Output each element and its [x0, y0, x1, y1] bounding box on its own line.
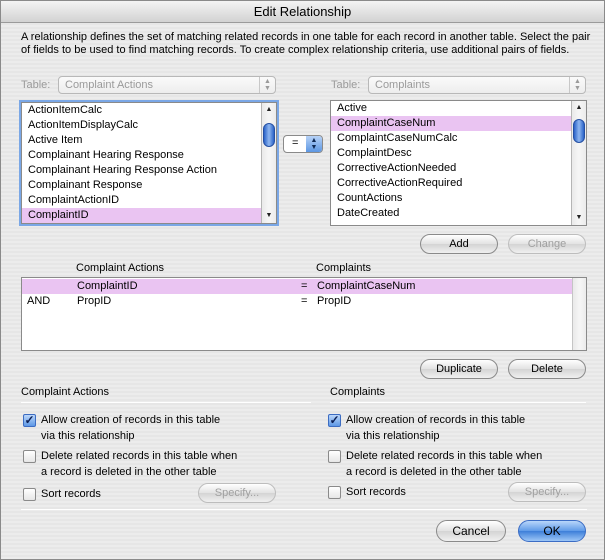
right-options-separator [330, 402, 586, 403]
criteria-header-left: Complaint Actions [76, 262, 165, 274]
field-list-item[interactable]: ComplaintCaseNumCalc [331, 131, 586, 146]
field-list-item[interactable]: CountActions [331, 191, 586, 206]
right-delete-related-label-2: a record is deleted in the other table [346, 466, 522, 478]
change-button[interactable]: Change [508, 234, 586, 254]
scroll-down-arrow-icon[interactable]: ▼ [572, 211, 586, 225]
right-allow-creation-label-2: via this relationship [346, 430, 440, 442]
criteria-right-field: ComplaintCaseNum [317, 280, 416, 292]
right-delete-related-label-1: Delete related records in this table whe… [346, 450, 543, 462]
right-field-list-scrollbar[interactable]: ▲ ▼ [571, 101, 586, 225]
field-list-item[interactable]: Active [331, 101, 586, 116]
scroll-up-arrow-icon[interactable]: ▲ [572, 101, 586, 115]
left-table-label: Table: [21, 79, 51, 91]
updown-arrows-icon: ▲ ▼ [306, 136, 322, 152]
left-specify-button[interactable]: Specify... [198, 483, 276, 503]
right-allow-creation-label-1: Allow creation of records in this table [346, 414, 526, 426]
checkmark-icon: ✓ [329, 413, 340, 427]
criteria-operator: = [301, 280, 308, 292]
criteria-list[interactable]: ComplaintID = ComplaintCaseNum AND PropID = Pr… [21, 277, 587, 351]
field-list-item[interactable]: ComplaintID [22, 208, 276, 223]
left-delete-related-label-1: Delete related records in this table whe… [41, 450, 238, 462]
left-allow-creation-label-2: via this relationship [41, 430, 135, 442]
right-delete-related-checkbox[interactable] [328, 450, 341, 463]
criteria-left-field: ComplaintID [77, 280, 138, 292]
criteria-list-scrollbar[interactable] [572, 278, 586, 350]
right-table-popup[interactable]: Complaints ▲ ▼ [368, 76, 586, 94]
checkmark-icon: ✓ [24, 413, 35, 427]
scroll-up-arrow-icon[interactable]: ▲ [262, 103, 276, 117]
operator-popup[interactable]: = ▲ ▼ [283, 135, 323, 153]
field-list-item[interactable]: ComplaintCaseNum [331, 116, 586, 131]
field-list-item[interactable]: ComplaintActionID [22, 193, 276, 208]
add-button[interactable]: Add [420, 234, 498, 254]
right-table-popup-value: Complaints [375, 79, 431, 91]
right-allow-creation-checkbox[interactable]: ✓ [328, 414, 341, 427]
field-list-item[interactable]: ActionItemCalc [22, 103, 276, 118]
left-delete-related-label-2: a record is deleted in the other table [41, 466, 217, 478]
updown-arrows-icon: ▲ ▼ [569, 77, 585, 93]
scroll-down-arrow-icon[interactable]: ▼ [262, 209, 276, 223]
updown-arrows-icon: ▲ ▼ [259, 77, 275, 93]
field-list-item[interactable]: CorrectiveActionRequired [331, 176, 586, 191]
left-sort-records-checkbox[interactable] [23, 488, 36, 501]
left-allow-creation-checkbox[interactable]: ✓ [23, 414, 36, 427]
cancel-button[interactable]: Cancel [436, 520, 506, 542]
criteria-header-right: Complaints [316, 262, 372, 274]
operator-value: = [292, 137, 299, 149]
left-delete-related-checkbox[interactable] [23, 450, 36, 463]
left-field-list-scrollbar[interactable]: ▲ ▼ [261, 103, 276, 223]
scroll-thumb[interactable] [573, 119, 585, 143]
delete-button[interactable]: Delete [508, 359, 586, 379]
right-sort-records-label: Sort records [346, 486, 406, 498]
bottom-separator [21, 509, 587, 510]
left-field-list[interactable]: ActionItemCalc ActionItemDisplayCalc Activ… [21, 102, 277, 224]
criteria-row[interactable]: AND PropID = PropID [22, 294, 574, 309]
field-list-item[interactable]: Active Item [22, 133, 276, 148]
dialog-title: Edit Relationship [1, 1, 604, 23]
right-specify-button[interactable]: Specify... [508, 482, 586, 502]
left-options-separator [21, 402, 311, 403]
edit-relationship-dialog: Edit Relationship A relationship defines… [0, 0, 605, 560]
criteria-row[interactable]: ComplaintID = ComplaintCaseNum [22, 279, 574, 294]
criteria-operator: = [301, 295, 308, 307]
left-allow-creation-label-1: Allow creation of records in this table [41, 414, 221, 426]
criteria-right-field: PropID [317, 295, 352, 307]
criteria-left-field: PropID [77, 295, 112, 307]
field-list-item[interactable]: CorrectiveActionNeeded [331, 161, 586, 176]
description-text: A relationship defines the set of matchi… [21, 31, 591, 56]
duplicate-button[interactable]: Duplicate [420, 359, 498, 379]
left-table-popup[interactable]: Complaint Actions ▲ ▼ [58, 76, 276, 94]
field-list-item[interactable]: Complainant Response [22, 178, 276, 193]
ok-button[interactable]: OK [518, 520, 586, 542]
field-list-item[interactable]: DateCreated [331, 206, 586, 221]
criteria-conjunction: AND [27, 295, 51, 307]
field-list-item[interactable]: ComplaintDesc [331, 146, 586, 161]
right-sort-records-checkbox[interactable] [328, 486, 341, 499]
field-list-item[interactable]: Complainant Hearing Response Action [22, 163, 276, 178]
right-table-label: Table: [331, 79, 361, 91]
left-options-title: Complaint Actions [21, 386, 110, 398]
right-options-title: Complaints [330, 386, 386, 398]
field-list-item[interactable]: Complainant Hearing Response [22, 148, 276, 163]
left-sort-records-label: Sort records [41, 488, 101, 500]
left-table-popup-value: Complaint Actions [65, 79, 154, 91]
scroll-thumb[interactable] [263, 123, 275, 147]
field-list-item[interactable]: ActionItemDisplayCalc [22, 118, 276, 133]
right-field-list[interactable]: Active ComplaintCaseNum ComplaintCaseNumCa… [330, 100, 587, 226]
